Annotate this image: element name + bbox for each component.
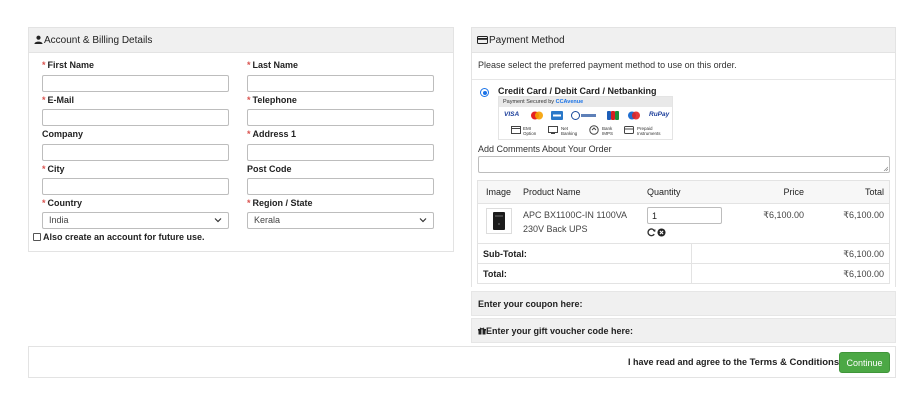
mastercard-logo xyxy=(531,111,543,120)
secured-by-text: Payment Secured by xyxy=(503,99,555,105)
company-input[interactable] xyxy=(42,144,229,161)
account-billing-title: Account & Billing Details xyxy=(44,35,153,46)
terms-link[interactable]: Terms & Conditions xyxy=(750,357,840,368)
prepaid-icon xyxy=(624,126,634,134)
comments-label: Add Comments About Your Order xyxy=(478,144,612,154)
subtotal-divider xyxy=(691,244,692,264)
first-name-label: * First Name xyxy=(42,60,95,70)
telephone-label: * Telephone xyxy=(247,95,297,105)
emi-icon xyxy=(511,126,521,134)
col-total-header: Total xyxy=(864,187,884,197)
coupon-toggle[interactable]: Enter your coupon here: xyxy=(471,291,896,316)
country-select[interactable]: India xyxy=(42,212,229,229)
city-label: * City xyxy=(42,164,65,174)
comments-textarea[interactable] xyxy=(478,156,890,173)
subtotal-label: Sub-Total: xyxy=(483,249,527,259)
total-label: Total: xyxy=(483,269,507,279)
rupay-logo: RuPay xyxy=(649,111,670,118)
credit-card-icon xyxy=(477,36,488,44)
coupon-label: Enter your coupon here: xyxy=(478,299,583,309)
resize-handle-icon xyxy=(883,166,888,171)
total-divider xyxy=(691,264,692,284)
cart-header-row: Image Product Name Quantity Price Total xyxy=(478,181,889,204)
line-total: ₹6,100.00 xyxy=(843,210,884,220)
company-label: Company xyxy=(42,129,84,139)
address1-label: * Address 1 xyxy=(247,129,297,139)
agree-prefix: I have read and agree to the xyxy=(628,357,748,367)
last-name-label: * Last Name xyxy=(247,60,299,70)
country-label: * Country xyxy=(42,198,83,208)
last-name-input[interactable] xyxy=(247,75,434,92)
payment-method-title: Payment Method xyxy=(489,35,565,46)
create-account-label: Also create an account for future use. xyxy=(43,232,205,242)
payment-option-radio[interactable] xyxy=(480,88,489,97)
visa-logo: VISA xyxy=(504,111,520,118)
col-quantity-header: Quantity xyxy=(647,187,681,197)
ccavenue-brand: CCAvenue xyxy=(555,99,584,105)
subtotal-value: ₹6,100.00 xyxy=(843,249,884,259)
payment-option-label[interactable]: Credit Card / Debit Card / Netbanking xyxy=(498,86,657,96)
payment-method-header: Payment Method xyxy=(472,28,895,53)
unit-price: ₹6,100.00 xyxy=(763,210,804,220)
payment-instruction: Please select the preferred payment meth… xyxy=(478,60,737,70)
chevron-down-icon xyxy=(214,218,222,223)
jcb-logo xyxy=(607,111,619,120)
col-image-header: Image xyxy=(486,187,512,197)
maestro-logo xyxy=(628,111,640,120)
product-name-link[interactable]: APC BX1100C-IN 1100VA 230V Back UPS xyxy=(523,208,645,236)
prepaid-label: Prepaid Instruments xyxy=(637,126,661,136)
ccavenue-banner: Payment Secured by CCAvenue VISA RuPay E… xyxy=(498,96,673,140)
table-row: APC BX1100C-IN 1100VA 230V Back UPS 1 ₹6… xyxy=(478,204,889,244)
net-banking-label: Net Banking xyxy=(561,126,578,136)
subtotal-row: Sub-Total: ₹6,100.00 xyxy=(478,244,889,264)
remove-icon[interactable] xyxy=(657,228,666,237)
diners-club-logo xyxy=(571,111,596,120)
email-label: * E-Mail xyxy=(42,95,75,105)
address1-input[interactable] xyxy=(247,144,434,161)
email-input[interactable] xyxy=(42,109,229,126)
voucher-label: Enter your gift voucher code here: xyxy=(486,326,634,336)
quantity-input[interactable]: 1 xyxy=(647,207,722,224)
cart-table: Image Product Name Quantity Price Total … xyxy=(477,180,890,284)
emi-label: EMI Option xyxy=(523,126,537,136)
telephone-input[interactable] xyxy=(247,109,434,126)
ups-product-image xyxy=(493,212,505,230)
total-row: Total: ₹6,100.00 xyxy=(478,264,889,284)
region-label: * Region / State xyxy=(247,198,313,208)
create-account-option[interactable]: Also create an account for future use. xyxy=(33,232,205,242)
continue-button[interactable]: Continue xyxy=(839,352,890,373)
amex-logo xyxy=(551,111,563,120)
gift-icon xyxy=(478,327,486,335)
create-account-checkbox[interactable] xyxy=(33,233,41,241)
refresh-icon[interactable] xyxy=(647,228,656,237)
city-input[interactable] xyxy=(42,178,229,195)
postcode-label: Post Code xyxy=(247,164,292,174)
region-select[interactable]: Kerala xyxy=(247,212,434,229)
payment-divider xyxy=(472,79,896,80)
postcode-input[interactable] xyxy=(247,178,434,195)
account-billing-header: Account & Billing Details xyxy=(29,28,453,53)
ccavenue-strip: Payment Secured by CCAvenue xyxy=(499,97,672,107)
method-row: EMI Option Net Banking Bank IMPS Prepaid… xyxy=(503,125,671,139)
card-logos: VISA RuPay xyxy=(503,111,671,121)
country-select-value: India xyxy=(49,215,69,225)
first-name-input[interactable] xyxy=(42,75,229,92)
agreement-text: I have read and agree to the Terms & Con… xyxy=(628,357,853,368)
user-icon xyxy=(34,35,43,44)
col-product-header: Product Name xyxy=(523,187,581,197)
chevron-down-icon xyxy=(419,218,427,223)
bank-imps-label: Bank IMPS xyxy=(602,126,614,136)
product-thumbnail[interactable] xyxy=(486,208,512,234)
bank-imps-icon xyxy=(589,125,599,135)
voucher-toggle[interactable]: Enter your gift voucher code here: xyxy=(471,318,896,343)
net-banking-icon xyxy=(548,126,558,134)
col-price-header: Price xyxy=(783,187,804,197)
total-value: ₹6,100.00 xyxy=(843,269,884,279)
region-select-value: Kerala xyxy=(254,215,281,225)
